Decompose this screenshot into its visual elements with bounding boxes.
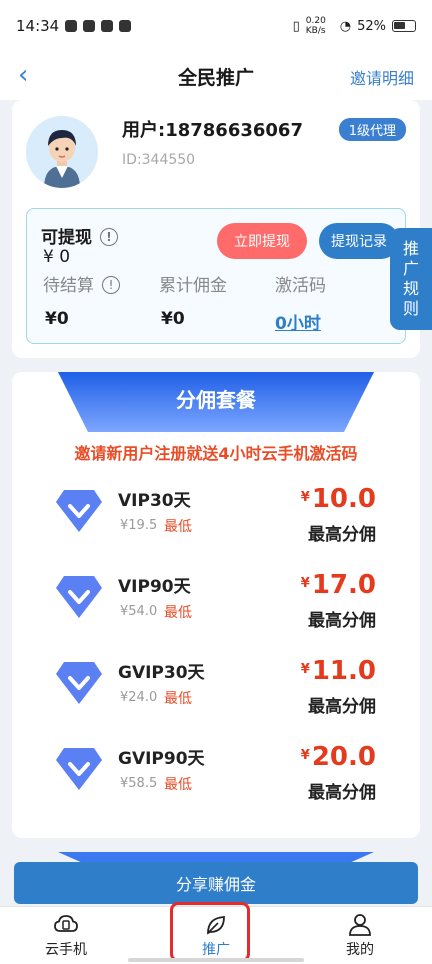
price-value: 20.0 <box>311 742 376 772</box>
package-low-label: 最低 <box>164 691 192 707</box>
package-item[interactable]: VIP90天 ¥54.0 最低 ¥17.0 最高分佣 <box>12 564 420 650</box>
pending-settlement-text: 待结算 <box>43 276 94 296</box>
price-value: 11.0 <box>311 656 376 686</box>
activation-code-value[interactable]: 0小时 <box>275 309 321 334</box>
tab-mine[interactable]: 我的 <box>310 913 410 959</box>
cloud-icon <box>54 915 78 932</box>
package-commission-price: ¥10.0 <box>301 484 376 514</box>
package-original-price: ¥54.0 <box>120 604 158 619</box>
package-commission-price: ¥17.0 <box>301 570 376 600</box>
package-original-price: ¥24.0 <box>120 690 158 705</box>
wallet-panel: 可提现! ¥ 0 立即提现 提现记录 待结算! 累计佣金 激活码 ¥0 ¥0 0… <box>26 208 406 344</box>
withdraw-now-button[interactable]: 立即提现 <box>217 223 307 259</box>
currency-symbol: ¥ <box>300 748 310 763</box>
diamond-icon <box>56 490 102 532</box>
package-max-label: 最高分佣 <box>308 783 376 803</box>
package-original-price: ¥58.5 <box>120 776 158 791</box>
invite-details-link[interactable]: 邀请明细 <box>350 65 414 89</box>
profile-card: 用户:18786636067 ID:344550 1级代理 可提现! ¥ 0 立… <box>12 100 420 358</box>
pending-settlement-label: 待结算! <box>43 271 120 296</box>
avatar-illustration <box>26 116 98 188</box>
nav-bar: ‹ 全民推广 邀请明细 <box>0 52 432 100</box>
status-bar: 14:34 ▯ 0.20 KB/s ◔ 52% <box>0 0 432 52</box>
active-tab-highlight <box>170 902 250 962</box>
package-name: VIP30天 <box>118 491 191 511</box>
package-item[interactable]: GVIP30天 ¥24.0 最低 ¥11.0 最高分佣 <box>12 650 420 736</box>
currency-symbol: ¥ <box>300 576 310 591</box>
status-left: 14:34 <box>16 17 132 35</box>
package-max-label: 最高分佣 <box>308 611 376 631</box>
package-low-label: 最低 <box>164 519 192 535</box>
total-commission-label: 累计佣金 <box>159 276 227 296</box>
package-item[interactable]: GVIP90天 ¥58.5 最低 ¥20.0 最高分佣 <box>12 736 420 822</box>
status-right: ▯ 0.20 KB/s ◔ 52% <box>293 16 416 36</box>
tab-label: 云手机 <box>45 942 87 958</box>
home-indicator <box>128 958 304 962</box>
currency-symbol: ¥ <box>300 662 310 677</box>
page-title: 全民推广 <box>177 66 254 89</box>
withdrawable-label: 可提现 <box>41 228 92 248</box>
tab-cloud-phone[interactable]: 云手机 <box>16 913 116 959</box>
vibrate-icon: ▯ <box>292 18 300 34</box>
status-time: 14:34 <box>16 17 60 35</box>
package-name: VIP90天 <box>118 577 191 597</box>
user-phone: 用户:18786636067 <box>122 120 303 141</box>
diamond-icon <box>56 576 102 618</box>
package-commission-price: ¥11.0 <box>301 656 376 686</box>
package-commission-price: ¥20.0 <box>301 742 376 772</box>
pending-settlement-value: ¥0 <box>45 309 69 329</box>
promotion-rules-tab[interactable]: 推广规则 <box>390 228 432 330</box>
diamond-icon <box>56 748 102 790</box>
message-icon <box>101 20 114 32</box>
tiktok-icon <box>83 20 96 32</box>
person-icon <box>349 914 371 936</box>
avatar <box>26 116 98 188</box>
battery-icon <box>392 20 416 32</box>
battery-percent: 52% <box>357 18 386 34</box>
withdrawable-amount: ¥ 0 <box>43 247 71 267</box>
package-low-label: 最低 <box>164 605 192 621</box>
withdrawable-label-row: 可提现! <box>41 223 118 248</box>
activation-code-label: 激活码 <box>275 276 326 296</box>
price-value: 10.0 <box>311 484 376 514</box>
package-name: GVIP90天 <box>118 749 205 769</box>
tab-label: 我的 <box>346 942 374 958</box>
package-name: GVIP30天 <box>118 663 205 683</box>
info-icon[interactable]: ! <box>102 276 120 294</box>
diamond-icon <box>56 662 102 704</box>
package-max-label: 最高分佣 <box>308 525 376 545</box>
network-speed: 0.20 KB/s <box>305 16 326 36</box>
withdraw-records-button[interactable]: 提现记录 <box>319 223 399 259</box>
share-earn-commission-button[interactable]: 分享赚佣金 <box>14 862 418 904</box>
package-max-label: 最高分佣 <box>308 697 376 717</box>
wifi-icon: ◔ <box>339 18 352 34</box>
info-icon[interactable]: ! <box>100 228 118 246</box>
agent-level-badge: 1级代理 <box>338 118 406 141</box>
price-value: 17.0 <box>311 570 376 600</box>
promo-text: 邀请新用户注册就送4小时云手机激活码 <box>74 444 358 463</box>
app-icon <box>119 20 132 32</box>
package-item[interactable]: VIP30天 ¥19.5 最低 ¥10.0 最高分佣 <box>12 478 420 564</box>
notification-icon <box>65 20 78 32</box>
package-low-label: 最低 <box>164 777 192 793</box>
packages-banner-title: 分佣套餐 <box>176 388 256 412</box>
package-original-price: ¥19.5 <box>120 518 158 533</box>
total-commission-value: ¥0 <box>161 309 185 329</box>
user-id: ID:344550 <box>122 152 196 168</box>
commission-packages-card: 分佣套餐 邀请新用户注册就送4小时云手机激活码 VIP30天 ¥19.5 最低 … <box>12 372 420 838</box>
currency-symbol: ¥ <box>300 490 310 505</box>
back-button[interactable]: ‹ <box>18 60 28 90</box>
